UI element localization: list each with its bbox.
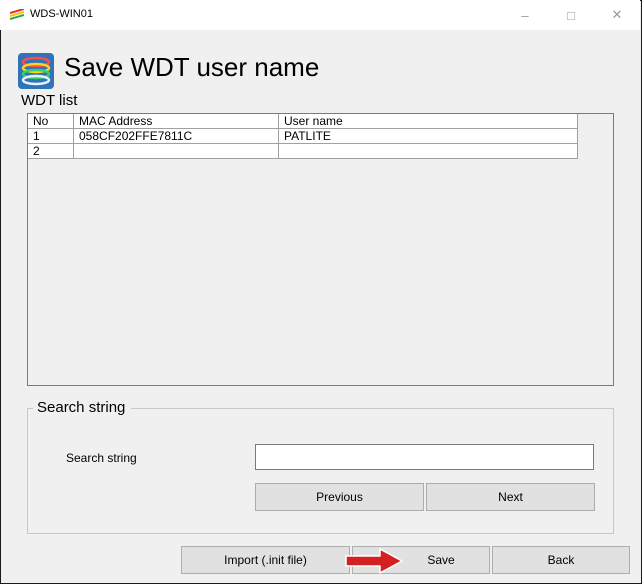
search-group-title: Search string [33, 399, 132, 416]
app-icon [9, 8, 25, 20]
table-row[interactable]: 1 058CF202FFE7811C PATLITE [28, 128, 578, 144]
table-cell-no[interactable]: 2 [28, 143, 74, 159]
next-button[interactable]: Next [426, 483, 595, 511]
import-button[interactable]: Import (.init file) [181, 546, 350, 574]
window-title: WDS-WIN01 [30, 8, 93, 20]
column-header-user-name[interactable]: User name [278, 114, 578, 129]
table-cell-mac-address[interactable] [73, 143, 279, 159]
back-button[interactable]: Back [492, 546, 630, 574]
search-group [27, 408, 614, 534]
search-string-label: Search string [66, 451, 137, 465]
minimize-button[interactable]: – [502, 0, 548, 30]
table-cell-mac-address[interactable]: 058CF202FFE7811C [73, 128, 279, 144]
column-header-mac-address[interactable]: MAC Address [73, 114, 279, 129]
table-cell-user-name[interactable]: PATLITE [278, 128, 578, 144]
search-string-input[interactable] [255, 444, 594, 470]
wdt-list-grid[interactable]: No MAC Address User name 1 058CF202FFE78… [27, 113, 614, 386]
maximize-button[interactable]: □ [548, 0, 594, 30]
wdt-signal-icon [18, 53, 54, 89]
table-cell-no[interactable]: 1 [28, 128, 74, 144]
table-row[interactable]: 2 [28, 143, 578, 159]
page-title: Save WDT user name [64, 52, 320, 82]
arrow-right-icon [344, 548, 404, 574]
previous-button[interactable]: Previous [255, 483, 424, 511]
column-header-no[interactable]: No [28, 114, 74, 129]
close-button[interactable]: ✕ [594, 0, 640, 30]
wdt-list-label: WDT list [21, 92, 78, 109]
table-cell-user-name[interactable] [278, 143, 578, 159]
title-bar: WDS-WIN01 – □ ✕ [0, 0, 640, 30]
